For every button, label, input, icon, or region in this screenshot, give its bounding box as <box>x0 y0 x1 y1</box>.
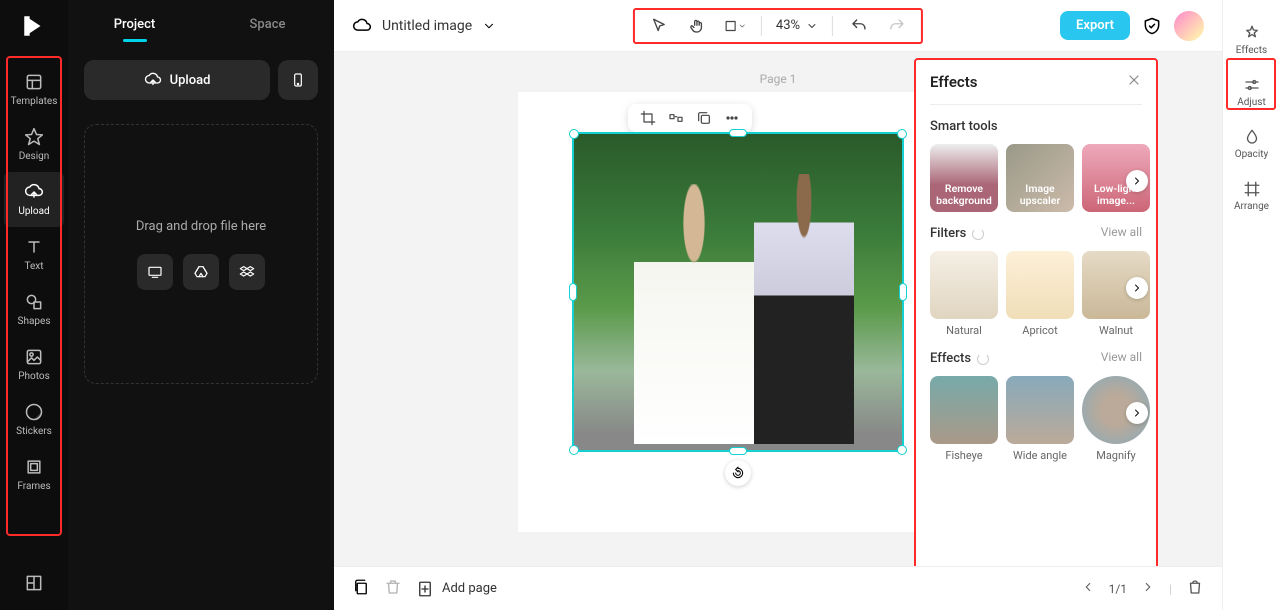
smart-tool-upscaler[interactable]: Image upscaler <box>1006 144 1074 212</box>
canvas-toolbar: 43% <box>633 8 923 44</box>
undo-button[interactable] <box>847 14 871 38</box>
rail-text[interactable]: Text <box>4 227 64 282</box>
main-area: Untitled image 43% Export Page 1 <box>334 0 1222 610</box>
shield-icon[interactable] <box>1142 16 1162 36</box>
rr-opacity[interactable]: Opacity <box>1227 118 1277 170</box>
select-tool[interactable] <box>647 14 671 38</box>
rr-arrange[interactable]: Arrange <box>1227 170 1277 222</box>
flip-icon[interactable] <box>668 110 684 126</box>
smart-tool-remove-bg[interactable]: Remove background <box>930 144 998 212</box>
rail-templates[interactable]: Templates <box>4 62 64 117</box>
rr-adjust[interactable]: Adjust <box>1227 66 1277 118</box>
rail-upload[interactable]: Upload <box>4 172 64 227</box>
loading-icon <box>972 228 984 240</box>
resize-handle-s[interactable] <box>729 447 747 455</box>
rail-design[interactable]: Design <box>4 117 64 172</box>
page[interactable] <box>518 92 958 532</box>
redo-button[interactable] <box>885 14 909 38</box>
crop-tool[interactable] <box>723 14 747 38</box>
shopping-bag-icon[interactable] <box>1186 578 1204 599</box>
dropzone-text: Drag and drop file here <box>136 219 266 234</box>
rail-frames[interactable]: Frames <box>4 447 64 502</box>
resize-handle-nw[interactable] <box>569 129 579 139</box>
filter-apricot[interactable]: Apricot <box>1006 251 1074 337</box>
effects-panel-title: Effects <box>930 73 977 91</box>
source-device[interactable] <box>137 254 173 290</box>
source-dropbox[interactable] <box>229 254 265 290</box>
loading-icon <box>977 353 989 365</box>
filters-next[interactable] <box>1126 277 1148 299</box>
pager: 1/1 <box>1109 582 1127 596</box>
effect-wide-angle[interactable]: Wide angle <box>1006 376 1074 462</box>
smart-tools-heading: Smart tools <box>930 119 1142 134</box>
filter-natural[interactable]: Natural <box>930 251 998 337</box>
topbar: Untitled image 43% Export <box>334 0 1222 52</box>
zoom-control[interactable]: 43% <box>776 18 818 33</box>
resize-handle-ne[interactable] <box>897 129 907 139</box>
next-page[interactable] <box>1141 580 1155 597</box>
chevron-down-icon[interactable] <box>482 19 496 33</box>
pages-icon[interactable] <box>352 578 370 600</box>
sidebar: Project Space Upload Drag and drop file … <box>68 0 334 610</box>
rail-stickers[interactable]: Stickers <box>4 392 64 447</box>
export-button[interactable]: Export <box>1060 11 1130 40</box>
rail-shapes[interactable]: Shapes <box>4 282 64 337</box>
crop-icon[interactable] <box>640 110 656 126</box>
filters-view-all[interactable]: View all <box>1101 225 1142 239</box>
dropzone[interactable]: Drag and drop file here <box>84 124 318 384</box>
resize-handle-w[interactable] <box>569 283 577 301</box>
left-rail: Templates Design Upload Text Shapes Phot… <box>0 0 68 610</box>
rail-photos[interactable]: Photos <box>4 337 64 392</box>
selected-image[interactable] <box>572 132 904 452</box>
rotate-handle[interactable] <box>725 460 751 486</box>
upload-button[interactable]: Upload <box>84 60 270 100</box>
selection-toolbar <box>628 104 752 132</box>
avatar[interactable] <box>1174 11 1204 41</box>
add-page-button[interactable]: Add page <box>416 580 497 598</box>
hand-tool[interactable] <box>685 14 709 38</box>
delete-icon[interactable] <box>384 578 402 600</box>
bottom-bar: Add page 1/1 | <box>334 566 1222 610</box>
upload-mobile-button[interactable] <box>278 60 318 100</box>
cloud-icon <box>352 16 372 36</box>
wedding-photo <box>574 134 902 450</box>
app-logo[interactable] <box>18 10 50 42</box>
resize-handle-e[interactable] <box>899 283 907 301</box>
page-label: Page 1 <box>760 72 797 86</box>
resize-handle-sw[interactable] <box>569 445 579 455</box>
prev-page[interactable] <box>1081 580 1095 597</box>
right-rail: Effects Adjust Opacity Arrange <box>1222 0 1280 610</box>
resize-handle-n[interactable] <box>729 129 747 137</box>
duplicate-icon[interactable] <box>696 110 712 126</box>
rr-effects[interactable]: Effects <box>1227 14 1277 66</box>
rail-layout[interactable] <box>4 555 64 610</box>
source-google-drive[interactable] <box>183 254 219 290</box>
effects-heading: Effects <box>930 351 989 366</box>
resize-handle-se[interactable] <box>897 445 907 455</box>
effects-panel: Effects Smart tools Remove background Im… <box>914 58 1158 594</box>
canvas[interactable]: Page 1 <box>334 52 1222 610</box>
tab-space[interactable]: Space <box>201 0 334 48</box>
smart-tools-next[interactable] <box>1126 170 1148 192</box>
filters-heading: Filters <box>930 226 984 241</box>
effect-fisheye[interactable]: Fisheye <box>930 376 998 462</box>
more-icon[interactable] <box>724 110 740 126</box>
doc-title[interactable]: Untitled image <box>382 18 472 34</box>
tab-project[interactable]: Project <box>68 0 201 48</box>
close-button[interactable] <box>1126 72 1142 92</box>
effects-next[interactable] <box>1126 402 1148 424</box>
effects-view-all[interactable]: View all <box>1101 350 1142 364</box>
